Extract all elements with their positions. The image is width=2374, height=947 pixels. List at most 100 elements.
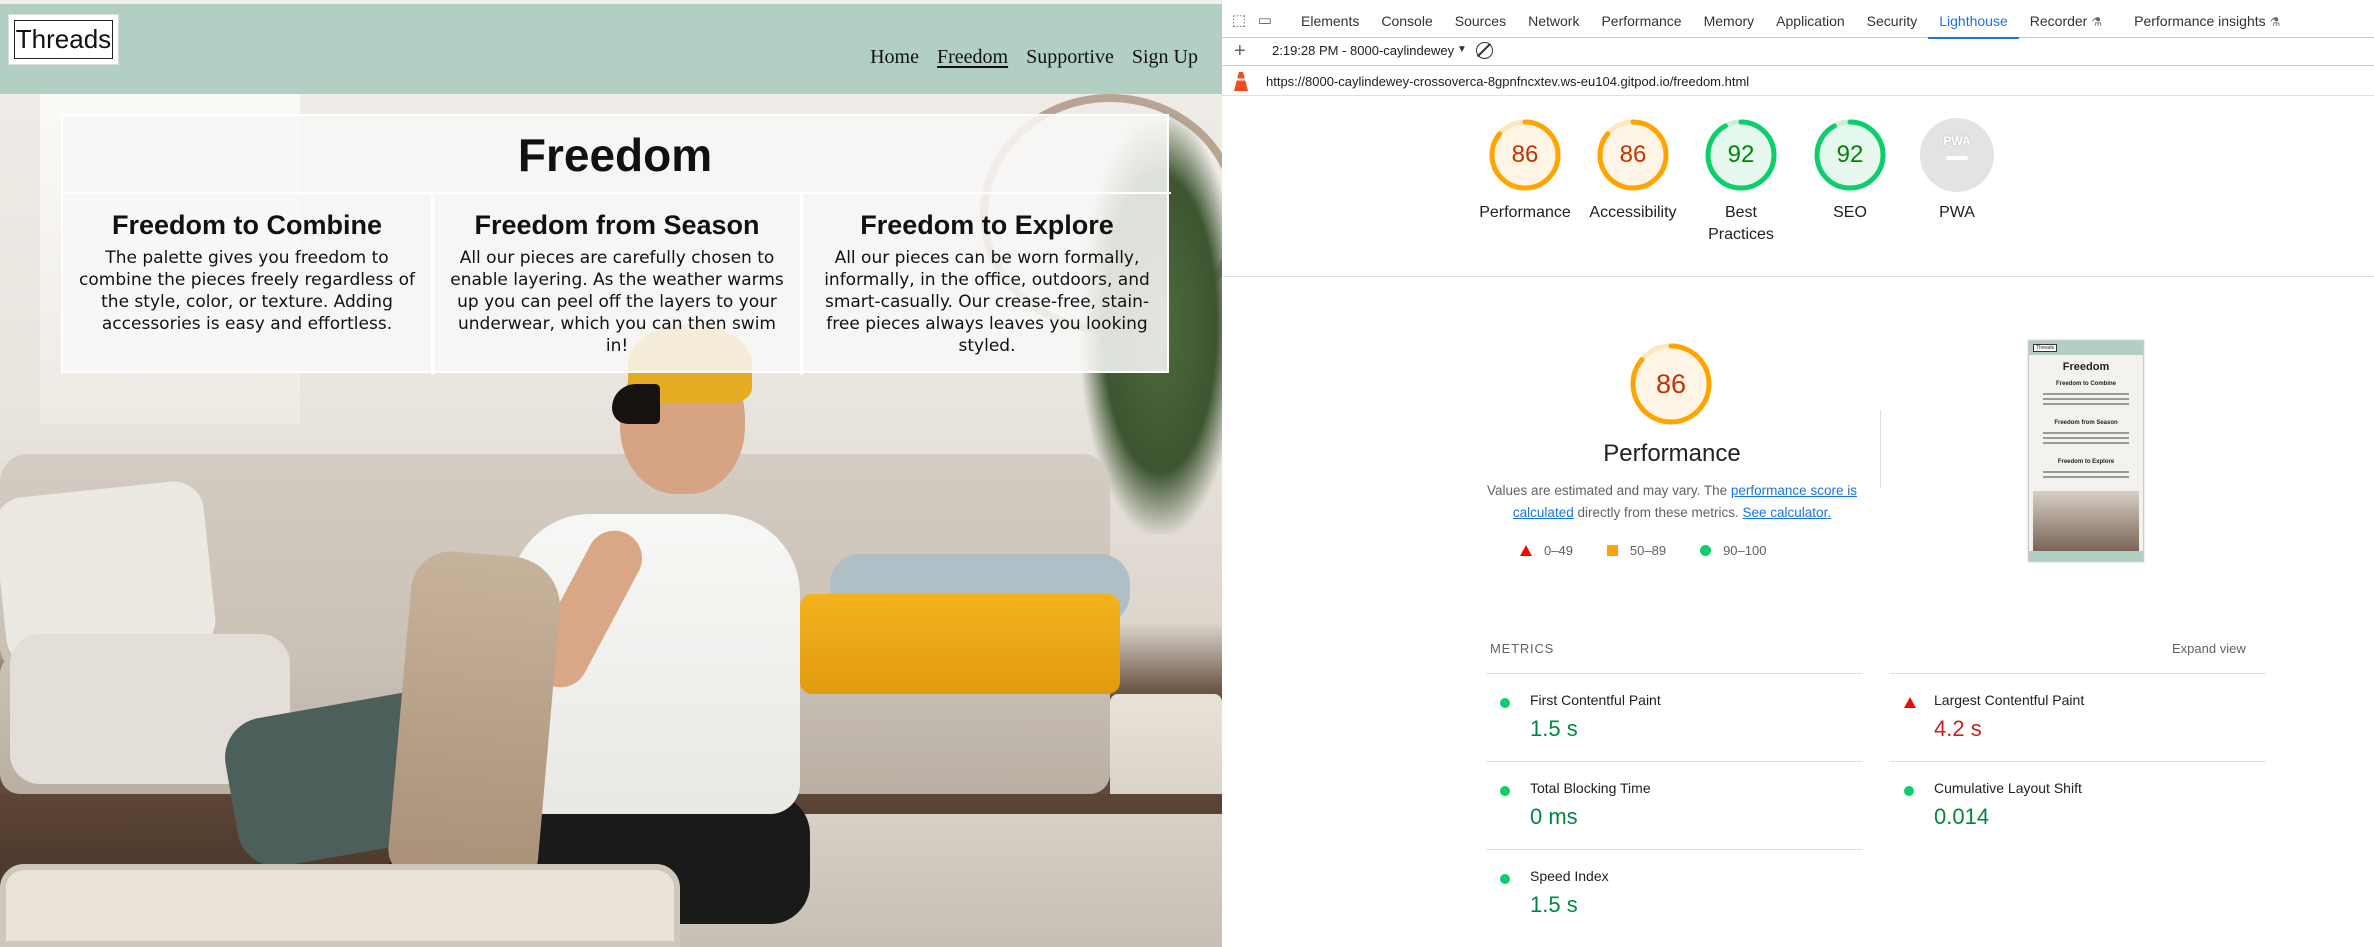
tab-performance[interactable]: Performance [1590,4,1692,38]
score-gauge: 92 [1813,118,1887,192]
score-gauge: 86 [1596,118,1670,192]
gauge-performance[interactable]: 86 Performance [1470,118,1580,224]
tab-security[interactable]: Security [1856,4,1929,38]
column-text: The palette gives you freedom to combine… [79,248,415,334]
thumb-text-line [2043,398,2129,400]
metrics-header: METRICS [1490,641,1555,656]
red-triangle-icon [1904,697,1916,708]
site-logo[interactable]: Threads [8,14,119,65]
column-text: All our pieces can be worn formally, inf… [824,248,1150,356]
gauge-pwa[interactable]: PWA PWA [1902,118,2012,224]
divider [1222,276,2374,277]
metric-value: 1.5 s [1530,716,1578,741]
final-screenshot-thumbnail[interactable]: Threads Freedom Freedom to Combine Freed… [2028,340,2144,562]
nav-supportive[interactable]: Supportive [1026,46,1114,69]
score-label: Best Practices [1708,204,1774,243]
metric-value: 0.014 [1934,804,1990,829]
thumb-photo [2033,491,2139,559]
column-heading: Freedom to Combine [111,210,382,240]
thumb-header: Threads [2029,341,2143,355]
thumb-text-line [2043,393,2129,395]
score-label: Accessibility [1589,204,1677,221]
score-value: 86 [1511,141,1539,168]
thumb-text-line [2043,437,2129,439]
score-label: Performance [1479,204,1571,221]
metric-name: Largest Contentful Paint [1934,692,2085,708]
score-value: 92 [1836,141,1864,168]
thumb-heading: Freedom to Combine [2055,381,2116,387]
caret-down-icon[interactable]: ▼ [1457,44,1467,55]
tab-lighthouse[interactable]: Lighthouse [1928,4,2019,39]
green-circle-icon [1500,874,1510,884]
nav-sign-up[interactable]: Sign Up [1132,46,1198,69]
new-report-plus-icon[interactable]: + [1234,41,1246,61]
tab-sources[interactable]: Sources [1444,4,1517,38]
metric-value: 4.2 s [1934,716,1982,741]
column-explore: Freedom to Explore All our pieces can be… [800,192,1171,375]
thumb-text-line [2043,432,2129,434]
page-title: Freedom [517,129,713,181]
green-circle-icon [1500,698,1510,708]
tab-recorder[interactable]: Recorder ⚗ [2019,4,2113,38]
main-nav: Home Freedom Supportive Sign Up [870,46,1198,69]
green-circle-icon [1700,545,1712,556]
expand-view-toggle[interactable]: Expand view [2172,641,2246,656]
column-season: Freedom from Season All our pieces are c… [431,192,800,375]
score-value: 92 [1727,141,1755,168]
devtools-tabbar: ⬚ ▭ Elements Console Sources Network Per… [1222,4,2374,39]
desc-text: directly from these metrics. [1573,505,1743,520]
report-selector[interactable]: 2:19:28 PM - 8000-caylindewey [1272,43,1460,58]
nav-freedom[interactable]: Freedom [937,46,1008,69]
thumb-text-line [2043,403,2129,405]
tab-performance-insights-label: Performance insights [2134,13,2266,29]
inspect-element-icon[interactable]: ⬚ [1230,12,1248,30]
orange-square-icon [1606,545,1618,556]
thumb-footer [2029,551,2143,561]
metric-name: Total Blocking Time [1530,780,1651,796]
content-card: Freedom Freedom to Combine The palette g… [61,114,1171,375]
tab-network[interactable]: Network [1517,4,1590,38]
gauge-best-practices[interactable]: 92 Best Practices [1686,118,1796,246]
metric-status-icon [1904,786,1914,796]
metric-largest-contentful-paint: Largest Contentful Paint 4.2 s [1890,673,2266,761]
pwa-badge-icon: PWA [1920,118,1994,192]
legend-pass: 90–100 [1700,543,1766,558]
performance-title: Performance [1603,440,1741,467]
thumb-heading: Freedom from Season [2054,420,2118,426]
gauge-accessibility[interactable]: 86 Accessibility [1578,118,1688,224]
legend-range: 0–49 [1544,543,1573,558]
score-gauge: 86 [1629,342,1713,426]
column-heading: Freedom to Explore [860,210,1114,240]
see-calculator-link[interactable]: See calculator. [1743,505,1832,520]
tab-console[interactable]: Console [1370,4,1443,38]
metric-name: Speed Index [1530,868,1609,884]
column-heading: Freedom from Season [474,210,760,240]
tab-elements[interactable]: Elements [1290,4,1370,38]
tab-memory[interactable]: Memory [1693,4,1766,38]
green-circle-icon [1904,786,1914,796]
column-text: All our pieces are carefully chosen to e… [450,248,784,356]
metric-total-blocking-time: Total Blocking Time 0 ms [1486,761,1862,849]
nav-home[interactable]: Home [870,46,919,69]
score-value: 86 [1619,141,1647,168]
performance-description: Values are estimated and may vary. The p… [1487,480,1857,524]
metric-name: First Contentful Paint [1530,692,1661,708]
clear-reports-icon[interactable] [1476,42,1493,59]
thumb-logo: Threads [2033,344,2057,352]
lighthouse-logo-icon [1234,72,1248,91]
report-url[interactable]: https://8000-caylindewey-crossoverca-8gp… [1266,74,1749,89]
metric-status-icon [1500,874,1510,884]
experiment-flask-icon: ⚗ [2269,15,2281,29]
score-value: 86 [1655,369,1687,399]
metric-speed-index: Speed Index 1.5 s [1486,849,1862,937]
tab-application[interactable]: Application [1765,4,1856,38]
legend-fail: 0–49 [1520,543,1573,558]
device-toolbar-icon[interactable]: ▭ [1256,12,1274,30]
metric-first-contentful-paint: First Contentful Paint 1.5 s [1486,673,1862,761]
legend-range: 50–89 [1629,543,1667,558]
logo-text[interactable]: Threads [14,20,113,59]
score-label: PWA [1939,204,1975,221]
score-legend: 0–49 50–89 90–100 [1520,543,1766,558]
tab-performance-insights[interactable]: Performance insights ⚗ [2123,4,2291,38]
gauge-seo[interactable]: 92 SEO [1795,118,1905,224]
